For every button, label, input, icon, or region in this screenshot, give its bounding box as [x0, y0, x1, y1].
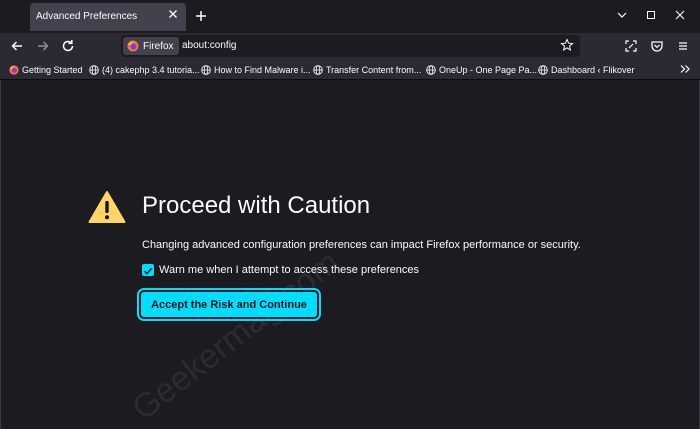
page-title: Proceed with Caution — [142, 192, 371, 219]
accept-risk-button[interactable]: Accept the Risk and Continue — [137, 288, 321, 321]
bookmarks-toolbar: Getting Started (4) cakephp 3.4 tutoria.… — [0, 60, 700, 80]
bookmark-transfer-content[interactable]: Transfer Content from... — [313, 63, 421, 76]
url-bar[interactable]: Firefox about:config — [121, 35, 580, 57]
bookmark-oneup[interactable]: OneUp - One Page Pa... — [426, 63, 537, 76]
page-content: Geekermag.com Proceed with Caution Chang… — [0, 80, 700, 429]
bookmark-label: (4) cakephp 3.4 tutoria... — [102, 64, 200, 75]
bookmark-label: Getting Started — [22, 64, 83, 75]
chevron-down-icon[interactable] — [615, 8, 629, 22]
bookmark-label: How to Find Malware i... — [214, 64, 311, 75]
pocket-icon[interactable] — [649, 38, 665, 54]
tab-title: Advanced Preferences — [36, 11, 138, 22]
screenshot-icon[interactable] — [623, 38, 639, 54]
bookmark-star-icon[interactable] — [560, 38, 574, 52]
bookmark-label: OneUp - One Page Pa... — [439, 64, 538, 75]
close-icon[interactable] — [166, 7, 180, 21]
warn-checkbox[interactable] — [142, 264, 154, 276]
forward-arrow-icon[interactable] — [35, 38, 51, 54]
identity-box[interactable]: Firefox — [123, 37, 179, 55]
globe-icon — [201, 64, 211, 75]
firefox-icon — [127, 40, 139, 52]
tab-advanced-preferences[interactable]: Advanced Preferences — [30, 3, 186, 31]
warn-checkbox-label[interactable]: Warn me when I attempt to access these p… — [159, 264, 419, 276]
chevron-double-right-icon[interactable] — [679, 63, 691, 75]
bookmark-label: Transfer Content from... — [326, 64, 422, 75]
warning-description: Changing advanced configuration preferen… — [142, 239, 581, 251]
close-window-icon[interactable] — [673, 8, 687, 22]
bookmark-find-malware[interactable]: How to Find Malware i... — [201, 63, 311, 76]
firefox-icon — [9, 64, 19, 75]
bookmark-label: Dashboard ‹ Flikover — [551, 64, 635, 75]
restore-icon[interactable] — [644, 8, 658, 22]
url-input[interactable]: about:config — [182, 40, 237, 51]
globe-icon — [89, 64, 99, 75]
bookmark-cakephp[interactable]: (4) cakephp 3.4 tutoria... — [89, 63, 200, 76]
checkmark-icon — [143, 267, 153, 275]
plus-icon[interactable] — [193, 8, 209, 24]
bookmark-getting-started[interactable]: Getting Started — [9, 63, 83, 76]
tab-strip: Advanced Preferences — [0, 0, 700, 33]
navigation-toolbar: Firefox about:config — [0, 33, 700, 60]
warning-icon — [88, 191, 126, 223]
accept-risk-label: Accept the Risk and Continue — [151, 298, 307, 311]
globe-icon — [538, 64, 548, 75]
hamburger-menu-icon[interactable] — [675, 38, 691, 54]
reload-icon[interactable] — [60, 38, 76, 54]
bookmark-dashboard[interactable]: Dashboard ‹ Flikover — [538, 63, 635, 76]
back-arrow-icon[interactable] — [9, 38, 25, 54]
identity-label: Firefox — [143, 40, 174, 52]
globe-icon — [426, 64, 436, 75]
globe-icon — [313, 64, 323, 75]
